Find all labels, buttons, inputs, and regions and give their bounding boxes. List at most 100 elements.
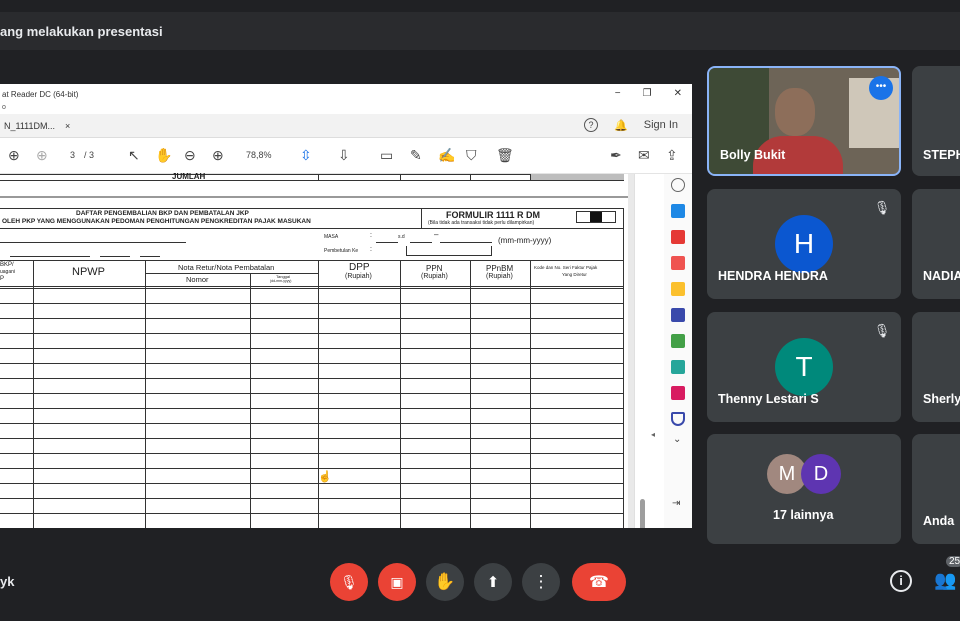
hand-icon: ✋ [434, 572, 456, 591]
hand-cursor-icon: ☝ [318, 471, 332, 483]
document-tab[interactable]: N_1111DM... × [0, 121, 70, 131]
zoom-tool-icon[interactable] [671, 178, 685, 192]
combine-files-icon[interactable] [671, 308, 685, 322]
comment-tool-icon[interactable] [671, 282, 685, 296]
masa-label: MASA [324, 234, 339, 240]
create-pdf-icon[interactable] [671, 230, 685, 244]
zoom-in-icon[interactable]: ⊕ [212, 147, 224, 164]
participant-name: HENDRA HENDRA [718, 269, 828, 283]
edit-pdf-icon[interactable] [671, 256, 685, 270]
reader-tab-bar: N_1111DM... × ? 🔔 Sign In [0, 114, 692, 138]
masa-colon: : [370, 232, 372, 239]
maximize-icon[interactable]: ❐ [643, 88, 652, 99]
info-button[interactable]: i [890, 570, 912, 592]
pane-expand-icon[interactable]: ⇥ [672, 498, 680, 509]
camera-toggle-button[interactable]: ▣ [378, 563, 416, 601]
mic-off-icon: 🎙 [340, 574, 358, 590]
document-scrollbar[interactable] [640, 499, 645, 528]
form-title-1: DAFTAR PENGEMBALIAN BKP DAN PEMBATALAN J… [76, 210, 249, 217]
help-icon[interactable]: ? [584, 118, 599, 132]
present-button[interactable]: ⬆ [474, 563, 512, 601]
participant-tile-sherly[interactable]: Sherly [912, 312, 960, 422]
zoom-level[interactable]: 78,8% [246, 150, 272, 160]
meet-window: ang melakukan presentasi at Reader DC (6… [0, 0, 960, 621]
avatar-d: D [801, 454, 841, 494]
scroll-mode-icon[interactable]: ⇩ [338, 147, 350, 164]
formulir-note: (Bila tidak ada transaksi tidak perlu di… [428, 220, 535, 226]
stamp-icon[interactable]: ⛉ [466, 147, 477, 164]
camera-off-icon: ▣ [390, 574, 404, 590]
organize-pages-icon[interactable] [671, 334, 685, 348]
col-header-dpp: DPP [349, 262, 370, 273]
page-number-input[interactable]: 3 [70, 150, 75, 160]
more-options-button[interactable]: ••• [869, 76, 893, 100]
more-vert-icon: ⋮ [532, 572, 550, 591]
participant-tile-steph[interactable]: STEPH [912, 66, 960, 176]
mic-off-icon: 🎙 [873, 200, 891, 215]
col-header-kode: Kode dan No. Seri Faktur Pajak [534, 265, 598, 270]
col-header-dpp-unit: (Rupiah) [345, 273, 372, 280]
fill-sign-icon[interactable] [671, 386, 685, 400]
protect-icon[interactable] [671, 412, 685, 426]
draw-icon[interactable]: ✍ [438, 147, 455, 164]
participant-tile-nadia[interactable]: NADIA [912, 189, 960, 299]
presenting-banner: ang melakukan presentasi [0, 12, 960, 50]
tools-pane-toggle[interactable]: ◂ [634, 174, 664, 528]
mail-icon[interactable]: ✉ [638, 147, 650, 164]
highlight-icon[interactable]: ✎ [410, 147, 422, 164]
minimize-icon[interactable]: − [615, 88, 621, 99]
sign-icon[interactable]: ✒ [610, 147, 622, 164]
hand-tool-icon[interactable]: ✋ [155, 147, 172, 164]
reader-toolbar: ⊕ ⊕ 3 / 3 ↖ ✋ ⊖ ⊕ 78,8% ⇳ ⇩ ▭ ✎ ✍ ⛉ 🗑 ✒ … [0, 138, 692, 174]
col-header-ppnbm: PPnBM [486, 264, 514, 273]
participant-tile-others[interactable]: M D 17 lainnya [707, 434, 901, 544]
col-header-bkp-2: uagani [0, 269, 16, 275]
people-icon: 👥 [934, 570, 957, 590]
participant-name: NADIA [923, 269, 960, 283]
close-window-icon[interactable]: ✕ [674, 88, 682, 99]
col-header-bkp: BKP/ [0, 262, 14, 268]
video-person-head [775, 88, 815, 136]
masa-sd: s.d [398, 234, 405, 240]
people-button[interactable]: 👥 25 [932, 556, 960, 596]
page-up-icon[interactable]: ⊕ [8, 147, 20, 164]
col-header-nota: Nota Retur/Nota Pembatalan [178, 263, 275, 272]
bell-icon[interactable]: 🔔 [614, 119, 628, 132]
more-options-button[interactable]: ⋮ [522, 563, 560, 601]
participant-tile-hendra[interactable]: 🎙 H HENDRA HENDRA [707, 189, 901, 299]
participant-tile-thenny[interactable]: 🎙 T Thenny Lestari S [707, 312, 901, 422]
masa-dash: – [434, 230, 439, 239]
sign-in-link[interactable]: Sign In [644, 119, 678, 131]
export-pdf-icon[interactable] [671, 204, 685, 218]
col-header-ppnbm-unit: (Rupiah) [486, 273, 513, 280]
col-header-bkp-3: P [0, 276, 5, 282]
avatar: T [775, 338, 833, 396]
comment-icon[interactable]: ▭ [380, 147, 393, 164]
delete-icon[interactable]: 🗑 [496, 147, 514, 164]
zoom-out-icon[interactable]: ⊖ [184, 147, 196, 164]
select-tool-icon[interactable]: ↖ [128, 147, 140, 164]
leave-call-button[interactable]: ☎ [572, 563, 626, 601]
participant-name: 17 lainnya [773, 508, 834, 522]
more-tools-icon[interactable]: ⌄ [673, 434, 681, 445]
document-viewport[interactable]: JUMLAH DAFTAR PENGEMBALIAN BKP DAN PEMBA… [0, 172, 634, 528]
participant-tile-bolly[interactable]: Bolly Bukit ••• [707, 66, 901, 176]
reader-menu-line: o [2, 104, 6, 111]
mic-toggle-button[interactable]: 🎙 [330, 563, 368, 601]
pembetulan-colon: : [370, 246, 372, 253]
pdf-page: JUMLAH DAFTAR PENGEMBALIAN BKP DAN PEMBA… [0, 172, 628, 528]
scan-icon[interactable] [671, 360, 685, 374]
present-icon: ⬆ [486, 574, 500, 591]
share-icon[interactable]: ⇪ [666, 147, 678, 164]
raise-hand-button[interactable]: ✋ [426, 563, 464, 601]
col-header-nomor: Nomor [186, 275, 209, 284]
participant-tile-self[interactable]: Anda [912, 434, 960, 544]
collapse-arrow-icon[interactable]: ◂ [651, 430, 655, 439]
pembetulan-label: Pembetulan Ke [324, 248, 359, 254]
page-down-icon[interactable]: ⊕ [36, 147, 48, 164]
info-icon: i [899, 573, 903, 588]
tab-close-icon[interactable]: × [65, 121, 70, 131]
col-header-npwp: NPWP [72, 266, 105, 278]
participant-name: Bolly Bukit [720, 148, 786, 162]
fit-page-icon[interactable]: ⇳ [300, 147, 312, 164]
